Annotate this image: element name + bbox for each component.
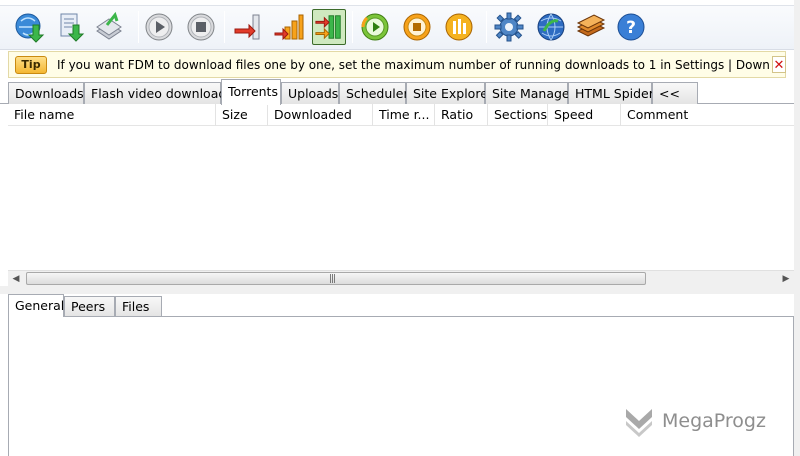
column-time-remaining[interactable]: Time r... [373, 104, 435, 126]
close-icon: ✕ [773, 58, 785, 73]
options-icon [445, 13, 473, 41]
add-batch-download-button[interactable] [54, 9, 88, 45]
menu-strip-remnant [0, 0, 800, 6]
books-icon [576, 14, 606, 37]
tab-downloads[interactable]: Downloads [8, 82, 84, 104]
scroll-right-icon[interactable]: ▶ [778, 271, 794, 287]
tip-text: If you want FDM to download files one by… [57, 58, 769, 72]
move-up-icon [274, 14, 304, 41]
toolbar-separator [352, 11, 353, 43]
scrollbar-thumb[interactable]: ||| [26, 272, 646, 285]
add-batch-download-icon [60, 13, 85, 42]
tab-site-explorer[interactable]: Site Explorer [406, 82, 493, 104]
tab-general[interactable]: General [8, 294, 64, 317]
megaprogz-logo-icon [626, 409, 652, 437]
delete-icon [96, 11, 122, 40]
panel-splitter[interactable] [0, 286, 800, 294]
settings-icon [494, 12, 524, 42]
svg-text:?: ? [626, 18, 636, 38]
help-icon: ? [617, 13, 645, 41]
settings-button[interactable] [492, 9, 526, 45]
tab-collapse[interactable]: << [652, 82, 698, 104]
tab-peers[interactable]: Peers [64, 296, 115, 316]
tip-bar: Tip If you want FDM to download files on… [8, 51, 786, 78]
tab-html-spider[interactable]: HTML Spider [568, 82, 654, 104]
tab-torrents[interactable]: Torrents [221, 79, 281, 105]
toolbar-separator [224, 11, 225, 43]
options-button[interactable] [442, 9, 476, 45]
move-up-button[interactable] [272, 9, 306, 45]
tab-files[interactable]: Files [115, 296, 162, 316]
schedule-start-button[interactable] [358, 9, 392, 45]
watermark: MegaProgz [624, 404, 766, 438]
tab-uploads[interactable]: Uploads [281, 82, 339, 104]
close-tip-button[interactable]: ✕ [772, 56, 786, 73]
start-button[interactable] [142, 9, 176, 45]
column-comment[interactable]: Comment [621, 104, 794, 126]
traffic-mode-button[interactable] [312, 9, 346, 45]
move-down-button[interactable] [230, 9, 264, 45]
add-download-icon [15, 13, 45, 43]
column-file-name[interactable]: File name [8, 104, 216, 126]
delete-button[interactable] [92, 9, 126, 45]
horizontal-scrollbar[interactable]: ◀ ||| ▶ [8, 270, 794, 286]
start-icon [145, 13, 173, 41]
tab-site-manager[interactable]: Site Manager [485, 82, 575, 104]
column-ratio[interactable]: Ratio [435, 104, 488, 126]
window-edge [794, 0, 800, 456]
torrent-list-header: File name Size Downloaded Time r... Rati… [8, 104, 794, 126]
move-down-icon [234, 14, 260, 40]
column-sections[interactable]: Sections [488, 104, 548, 126]
stop-button[interactable] [184, 9, 218, 45]
column-size[interactable]: Size [216, 104, 268, 126]
toolbar-separator [138, 11, 139, 43]
torrent-list[interactable] [8, 126, 794, 270]
scroll-left-icon[interactable]: ◀ [8, 271, 24, 287]
network-icon [537, 13, 565, 41]
add-download-button[interactable] [12, 9, 46, 45]
stop-icon [187, 13, 215, 41]
schedule-stop-button[interactable] [400, 9, 434, 45]
tip-badge: Tip [15, 56, 47, 74]
column-speed[interactable]: Speed [548, 104, 621, 126]
tab-scheduler[interactable]: Scheduler [339, 82, 409, 104]
network-button[interactable] [534, 9, 568, 45]
scrollbar-grip-icon: ||| [329, 274, 336, 284]
traffic-mode-icon [315, 15, 341, 40]
toolbar: ? [0, 0, 800, 50]
column-downloaded[interactable]: Downloaded [268, 104, 373, 126]
watermark-text: MegaProgz [662, 410, 766, 432]
books-button[interactable] [574, 9, 608, 45]
schedule-start-icon [361, 13, 389, 41]
schedule-stop-icon [403, 13, 431, 41]
help-button[interactable]: ? [614, 9, 648, 45]
tab-flash-video-downloads[interactable]: Flash video downloads [84, 82, 233, 104]
toolbar-separator [486, 11, 487, 43]
